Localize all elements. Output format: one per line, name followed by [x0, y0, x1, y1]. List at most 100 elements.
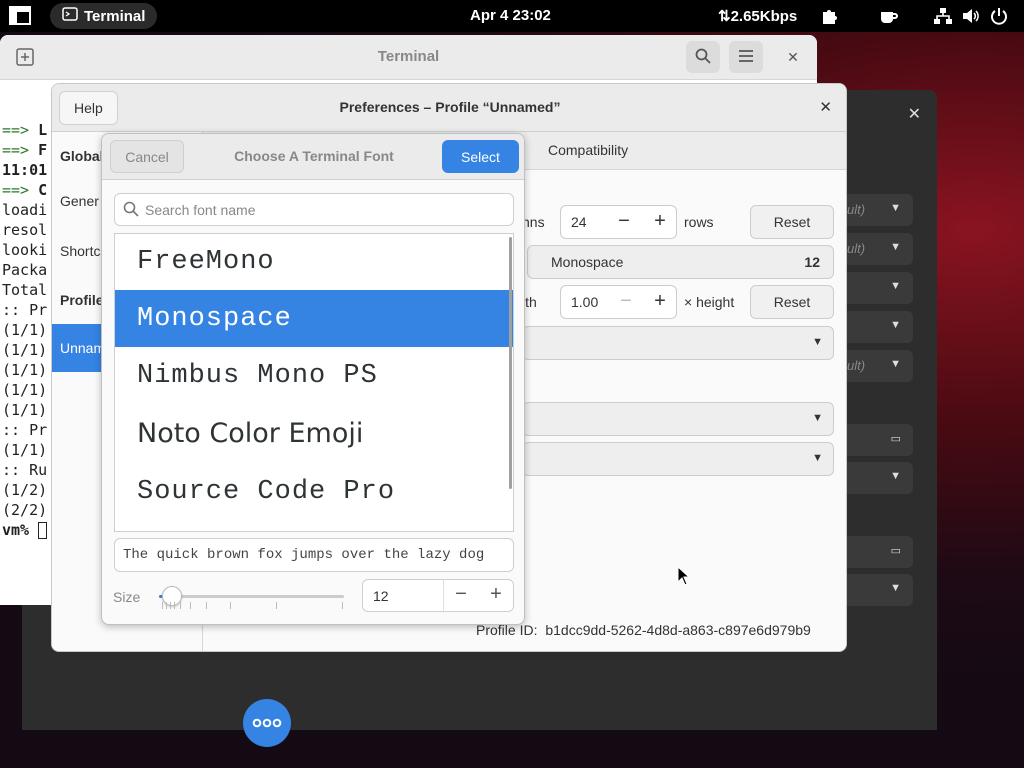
- plus-icon[interactable]: +: [479, 583, 513, 606]
- combo[interactable]: ▼: [522, 402, 834, 436]
- font-button[interactable]: Monospace 12: [527, 245, 834, 279]
- slider-tick: [342, 602, 343, 609]
- terminal-output[interactable]: ==> L ==> F 11:01 ==> C loadi resol looki Packa…: [2, 120, 47, 540]
- terminal-line: (1/2): [2, 481, 48, 499]
- terminal-line: ==> F: [2, 141, 48, 159]
- combo[interactable]: ▼: [522, 326, 834, 360]
- chevron-down-icon: ▼: [890, 241, 901, 253]
- size-slider-track[interactable]: [159, 595, 344, 598]
- chevron-down-icon: ▼: [890, 470, 901, 482]
- terminal-line: resol: [2, 221, 48, 239]
- activities-icon[interactable]: [8, 5, 34, 27]
- select-button[interactable]: Select: [442, 140, 519, 173]
- slider-tick: [174, 602, 175, 609]
- font-list-item[interactable]: FreeMono: [115, 234, 513, 290]
- hamburger-icon: [738, 49, 754, 66]
- folder-icon: ▭: [890, 545, 901, 557]
- chevron-down-icon: ▼: [890, 358, 901, 370]
- prefs-title: Preferences – Profile “Unnamed”: [339, 99, 561, 115]
- font-list-item[interactable]: Monospace: [115, 290, 513, 347]
- chevron-down-icon: ▼: [812, 336, 823, 348]
- show-apps-button[interactable]: [243, 699, 291, 747]
- chevron-down-icon: ▼: [890, 202, 901, 214]
- preview-text[interactable]: The quick brown fox jumps over the lazy …: [114, 538, 514, 572]
- font-list-item[interactable]: Source Code Pro: [115, 462, 513, 522]
- volume-icon[interactable]: [961, 6, 981, 30]
- minus-icon[interactable]: −: [609, 290, 643, 313]
- height-label: × height: [684, 294, 735, 310]
- scrollbar[interactable]: [509, 237, 512, 489]
- minus-icon[interactable]: −: [607, 210, 641, 233]
- terminal-line: :: Ru: [2, 461, 48, 479]
- slider-tick: [180, 602, 181, 609]
- slider-tick: [162, 602, 163, 609]
- chevron-down-icon: ▼: [812, 412, 823, 424]
- terminal-header: Terminal ✕: [0, 35, 817, 80]
- font-list-item[interactable]: Noto Color Emoji: [115, 405, 513, 462]
- app-name: Terminal: [84, 7, 146, 25]
- network-speed: ⇅2.65Kbps: [718, 8, 798, 25]
- terminal-line: (1/1): [2, 381, 48, 399]
- top-bar: Terminal Apr 4 23:02 ⇅2.65Kbps: [0, 0, 1024, 32]
- close-icon[interactable]: ✕: [819, 98, 832, 116]
- search-icon: [123, 201, 139, 220]
- app-menu-button[interactable]: Terminal: [50, 3, 158, 29]
- terminal-line: (2/2): [2, 501, 48, 519]
- profile-id: Profile ID: b1dcc9dd-5262-4d8d-a863-c897…: [476, 622, 811, 638]
- minus-icon[interactable]: −: [444, 583, 478, 606]
- columns-spin[interactable]: 24 − +: [560, 205, 677, 239]
- terminal-line: 11:01: [2, 161, 48, 179]
- combo[interactable]: ▼: [522, 442, 834, 476]
- tab-compatibility[interactable]: Compatibility: [548, 142, 628, 158]
- puzzle-icon[interactable]: [820, 6, 840, 30]
- terminal-cursor: [38, 522, 48, 539]
- cell-width-spin[interactable]: 1.00 − +: [560, 285, 677, 319]
- terminal-line: (1/1): [2, 321, 48, 339]
- size-spin[interactable]: 12 − +: [362, 579, 514, 613]
- reset-spacing-button[interactable]: Reset: [750, 285, 834, 319]
- close-button[interactable]: ✕: [776, 41, 810, 73]
- power-icon[interactable]: [989, 6, 1009, 30]
- chevron-down-icon: ▼: [812, 452, 823, 464]
- columns-label: nns: [522, 214, 545, 230]
- terminal-line: ==> L: [2, 121, 48, 139]
- terminal-line: (1/1): [2, 441, 48, 459]
- mouse-cursor-icon: [677, 565, 691, 589]
- search-input[interactable]: Search font name: [114, 193, 514, 226]
- terminal-line: (1/1): [2, 341, 48, 359]
- terminal-line: (1/1): [2, 361, 48, 379]
- slider-tick: [170, 602, 171, 609]
- prefs-header: Help Preferences – Profile “Unnamed” ✕: [52, 84, 846, 132]
- coffee-icon[interactable]: [878, 6, 900, 30]
- size-label: Size: [113, 589, 141, 605]
- reset-size-button[interactable]: Reset: [750, 205, 834, 239]
- more-icon: [252, 715, 282, 731]
- font-chooser-dialog: Cancel Choose A Terminal Font Select Sea…: [101, 133, 525, 625]
- terminal-line: (1/1): [2, 401, 48, 419]
- font-list-item[interactable]: Nimbus Mono PS: [115, 347, 513, 405]
- menu-button[interactable]: [729, 41, 763, 73]
- plus-icon[interactable]: +: [643, 210, 677, 233]
- slider-tick: [276, 602, 277, 609]
- terminal-line: :: Pr: [2, 301, 48, 319]
- chevron-down-icon: ▼: [890, 319, 901, 331]
- terminal-line: :: Pr: [2, 421, 48, 439]
- network-icon[interactable]: [933, 6, 953, 30]
- terminal-line: ==> C: [2, 181, 48, 199]
- slider-tick: [166, 602, 167, 609]
- close-icon[interactable]: ✕: [908, 104, 921, 124]
- slider-tick: [190, 602, 191, 609]
- terminal-app-icon: [62, 7, 78, 25]
- slider-tick: [230, 602, 231, 609]
- rows-label: rows: [684, 214, 714, 230]
- font-list[interactable]: FreeMono Monospace Nimbus Mono PS Noto Colo…: [114, 233, 514, 532]
- network-speed-icon: ⇅: [718, 8, 731, 25]
- close-icon: ✕: [787, 48, 799, 65]
- search-icon: [695, 48, 711, 67]
- folder-icon: ▭: [890, 433, 901, 445]
- clock[interactable]: Apr 4 23:02: [470, 7, 551, 24]
- plus-icon[interactable]: +: [643, 290, 677, 313]
- search-button[interactable]: [686, 41, 720, 73]
- terminal-line: looki: [2, 241, 48, 259]
- terminal-line: loadi: [2, 201, 48, 219]
